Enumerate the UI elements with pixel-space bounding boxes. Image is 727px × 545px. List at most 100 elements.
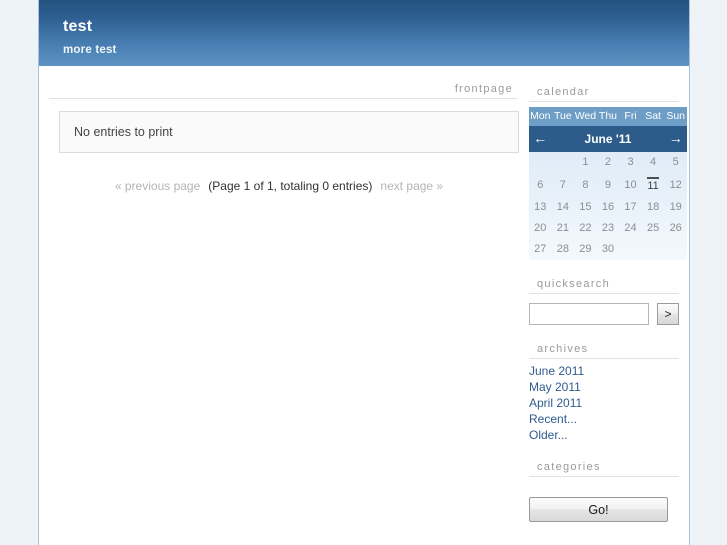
- calendar-day-number: 14: [556, 201, 569, 213]
- calendar-day[interactable]: 30: [597, 239, 620, 260]
- calendar-day-number: 20: [534, 222, 547, 234]
- calendar-day[interactable]: 20: [529, 218, 552, 239]
- empty-entries-message: No entries to print: [74, 125, 173, 139]
- calendar-day[interactable]: 2: [597, 152, 620, 173]
- calendar-day[interactable]: 4: [642, 152, 665, 173]
- calendar-day[interactable]: 17: [619, 197, 642, 218]
- calendar-heading: calendar: [529, 86, 679, 102]
- calendar-week-row: 13 14 15 16 17 18 19: [529, 197, 687, 218]
- categories-heading: categories: [529, 461, 679, 477]
- calendar-dow: Sun: [664, 107, 687, 126]
- calendar-empty-cell: [619, 239, 642, 260]
- calendar-dow: Fri: [619, 107, 642, 126]
- calendar-dow: Mon: [529, 107, 552, 126]
- site-title: test: [63, 18, 93, 35]
- calendar-day-grid: 1 2 3 4 5 6 7 8 9 10 11 12 13 14 15 16 17 18 19 20 21 22 23 24 2…: [529, 152, 687, 260]
- next-page-link[interactable]: next page »: [380, 179, 443, 193]
- archive-list-item: Older...: [529, 427, 679, 443]
- page-body: frontpage No entries to print « previous…: [39, 66, 689, 545]
- calendar-day-number: 8: [582, 178, 589, 191]
- calendar-day[interactable]: 6: [529, 173, 552, 197]
- quicksearch-form: >: [529, 303, 679, 325]
- calendar-day[interactable]: 21: [552, 218, 575, 239]
- calendar-day-number: 23: [601, 222, 615, 234]
- calendar-dow-row: Mon Tue Wed Thu Fri Sat Sun: [529, 107, 687, 126]
- calendar-day-number: 4: [650, 156, 657, 168]
- calendar-day-number: 15: [579, 201, 592, 213]
- calendar-day-number: 2: [604, 156, 612, 168]
- calendar-week-row: 20 21 22 23 24 25 26: [529, 218, 687, 239]
- calendar-day-number: 11: [647, 177, 659, 192]
- calendar-day-number: 5: [672, 156, 679, 168]
- calendar-day[interactable]: 28: [552, 239, 575, 260]
- calendar-day[interactable]: 7: [552, 173, 575, 197]
- archive-link[interactable]: Older...: [529, 427, 679, 443]
- calendar-day-number: 19: [669, 201, 682, 213]
- calendar-day[interactable]: 10: [619, 173, 642, 197]
- calendar-widget: ← June '11 → Mon Tue Wed Thu Fri Sat Sun: [529, 107, 687, 260]
- archive-list-item: April 2011: [529, 395, 679, 411]
- calendar-dow: Thu: [596, 107, 620, 126]
- arrow-left-icon: ←: [533, 130, 548, 146]
- archives-list: June 2011 May 2011 April 2011 Recent... Olde…: [529, 363, 679, 443]
- archive-list-item: Recent...: [529, 411, 679, 427]
- calendar-day[interactable]: 19: [664, 197, 687, 218]
- archive-link[interactable]: May 2011: [529, 379, 679, 395]
- calendar-prev-month-button[interactable]: ←: [529, 126, 552, 152]
- calendar-day[interactable]: 16: [597, 197, 620, 218]
- archive-link[interactable]: Recent...: [529, 411, 679, 427]
- calendar-empty-cell: [552, 152, 575, 173]
- archive-link[interactable]: June 2011: [529, 363, 679, 379]
- main-content: frontpage No entries to print « previous…: [39, 66, 529, 193]
- calendar-day-number: 10: [624, 178, 637, 191]
- calendar-day[interactable]: 3: [619, 152, 642, 173]
- calendar-day-number: 18: [646, 201, 660, 213]
- calendar-day-today[interactable]: 11: [642, 173, 665, 197]
- calendar-day[interactable]: 9: [597, 173, 620, 197]
- calendar-dow: Wed: [574, 107, 597, 126]
- calendar-next-month-button[interactable]: →: [664, 126, 687, 152]
- calendar-day[interactable]: 22: [574, 218, 597, 239]
- calendar-day[interactable]: 12: [664, 173, 687, 197]
- site-header: test more test: [39, 0, 689, 66]
- calendar-day[interactable]: 5: [664, 152, 687, 173]
- archive-list-item: May 2011: [529, 379, 679, 395]
- calendar-day[interactable]: 27: [529, 239, 552, 260]
- calendar-day-number: 12: [669, 178, 682, 191]
- categories-go-button[interactable]: Go!: [529, 497, 668, 522]
- previous-page-link[interactable]: « previous page: [115, 179, 200, 193]
- quicksearch-input[interactable]: [529, 303, 649, 325]
- sidebar: calendar ← June '11 → Mon Tue Wed Thu Fr…: [529, 66, 689, 522]
- calendar-day-number: 29: [579, 243, 592, 255]
- calendar-day-number: 21: [556, 222, 569, 234]
- calendar-day[interactable]: 14: [552, 197, 575, 218]
- calendar-day-number: 27: [534, 243, 547, 255]
- quicksearch-heading: quicksearch: [529, 278, 679, 294]
- calendar-day-number: 28: [556, 243, 569, 255]
- calendar-day-number: 24: [624, 222, 637, 234]
- calendar-week-row: 1 2 3 4 5: [529, 152, 687, 173]
- empty-entries-box: No entries to print: [59, 111, 519, 153]
- quicksearch-submit-button[interactable]: >: [657, 303, 679, 325]
- calendar-day[interactable]: 13: [529, 197, 552, 218]
- calendar-day-number: 1: [582, 156, 589, 168]
- calendar-title-row: ← June '11 →: [529, 126, 687, 152]
- calendar-day[interactable]: 29: [574, 239, 597, 260]
- calendar-month-label: June '11: [551, 126, 665, 152]
- calendar-day-number: 6: [537, 178, 544, 191]
- calendar-day[interactable]: 23: [597, 218, 620, 239]
- calendar-day[interactable]: 24: [619, 218, 642, 239]
- calendar-day[interactable]: 15: [574, 197, 597, 218]
- calendar-day-number: 16: [601, 201, 615, 213]
- archive-link[interactable]: April 2011: [529, 395, 679, 411]
- calendar-day-number: 25: [646, 222, 660, 234]
- calendar-day[interactable]: 18: [642, 197, 665, 218]
- calendar-day[interactable]: 26: [664, 218, 687, 239]
- calendar-dow: Tue: [551, 107, 575, 126]
- calendar-day[interactable]: 25: [642, 218, 665, 239]
- calendar-day-number: 13: [534, 201, 547, 213]
- calendar-day[interactable]: 8: [574, 173, 597, 197]
- calendar-empty-cell: [642, 239, 665, 260]
- calendar-day-number: 22: [579, 222, 592, 234]
- calendar-day[interactable]: 1: [574, 152, 597, 173]
